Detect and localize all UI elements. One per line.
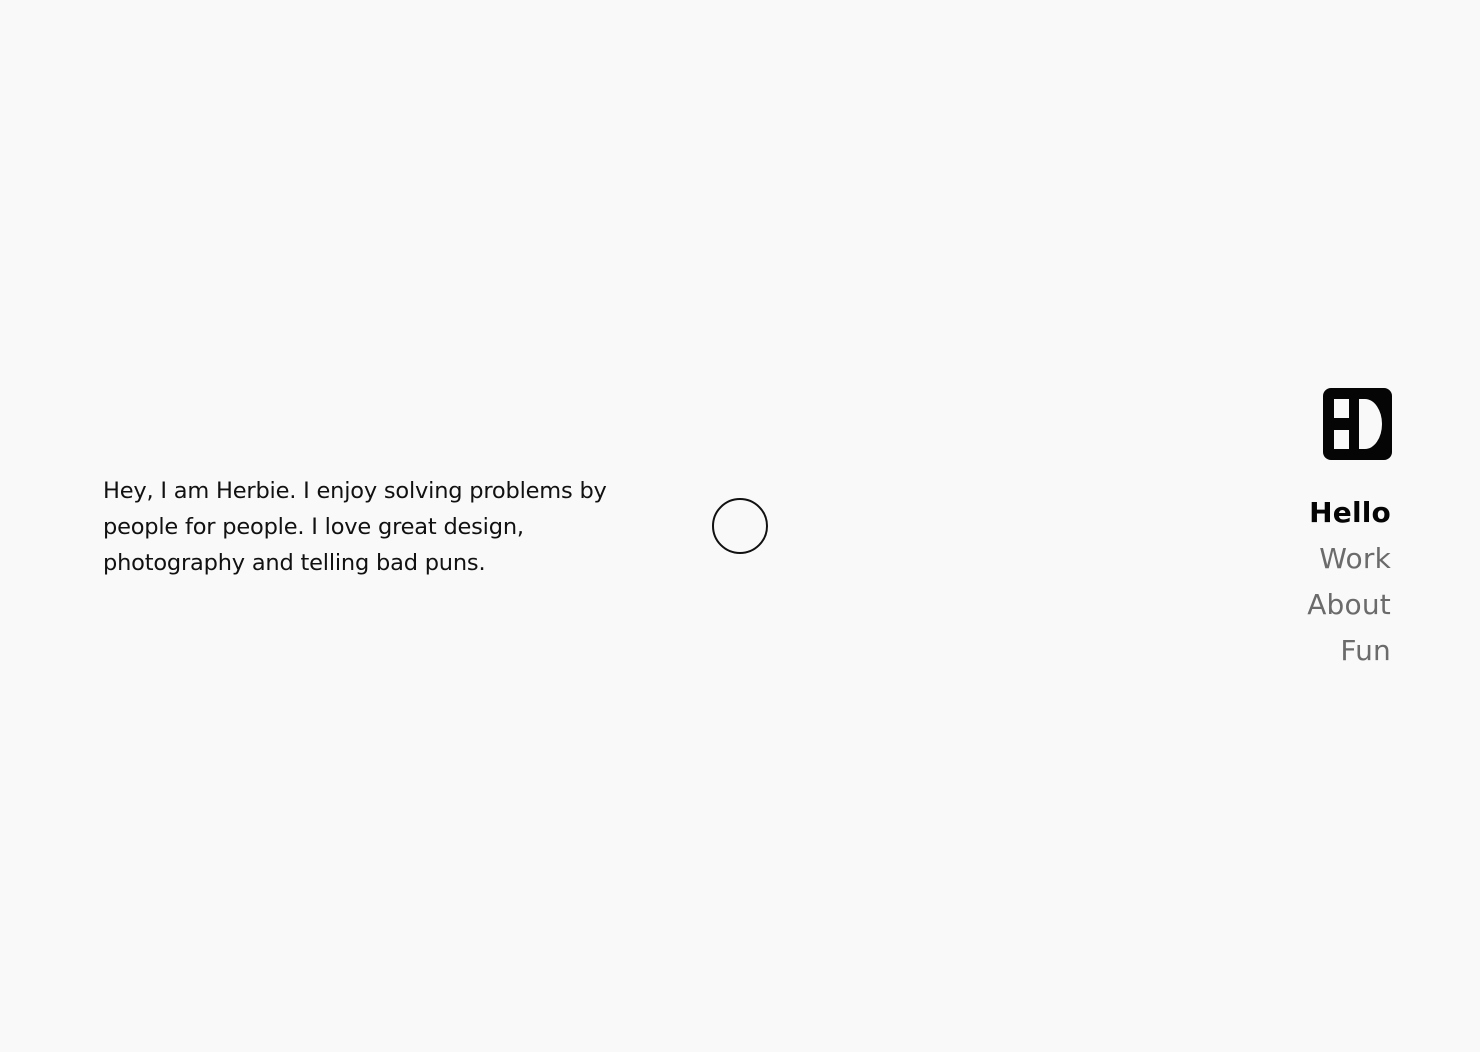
hd-logo-icon[interactable] — [1323, 388, 1392, 460]
nav-item-about[interactable]: About — [1307, 582, 1391, 628]
main-nav: Hello Work About Fun — [1307, 490, 1391, 674]
intro-text: Hey, I am Herbie. I enjoy solving proble… — [103, 478, 607, 576]
nav-item-work[interactable]: Work — [1307, 536, 1391, 582]
nav-item-hello[interactable]: Hello — [1307, 490, 1391, 536]
nav-item-fun[interactable]: Fun — [1307, 628, 1391, 674]
cursor-circle-icon — [712, 498, 768, 554]
